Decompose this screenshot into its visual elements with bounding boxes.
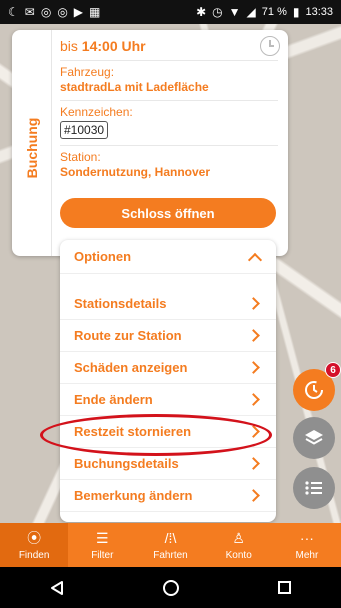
- options-list: Stationsdetails Route zur Station Schäde…: [60, 288, 276, 512]
- option-change-end[interactable]: Ende ändern: [60, 384, 276, 416]
- option-station-details[interactable]: Stationsdetails: [60, 288, 276, 320]
- nav-fahrten[interactable]: /⁞\ Fahrten: [136, 523, 204, 567]
- timer-icon: [305, 381, 323, 399]
- option-damages[interactable]: Schäden anzeigen: [60, 352, 276, 384]
- notification-icon: ◎: [57, 5, 68, 19]
- nav-label: Filter: [91, 549, 114, 561]
- option-label: Bemerkung ändern: [74, 488, 193, 503]
- option-label: Stationsdetails: [74, 296, 167, 311]
- plate-value: #10030: [60, 121, 109, 139]
- notification-icon: ◎: [40, 5, 52, 19]
- calendar-icon: ▦: [89, 5, 101, 19]
- person-icon: ♙: [232, 529, 245, 546]
- highlight-ellipse: [40, 414, 272, 456]
- list-icon: [305, 481, 322, 495]
- layers-button[interactable]: [293, 417, 335, 459]
- bottom-navigation: ⦿ Finden ☰ Filter /⁞\ Fahrten ♙ Konto ··…: [0, 523, 341, 567]
- layers-icon: [305, 430, 323, 445]
- nav-finden[interactable]: ⦿ Finden: [0, 523, 69, 567]
- chevron-right-icon: [247, 329, 260, 342]
- notification-badge: 6: [325, 362, 341, 378]
- option-edit-note[interactable]: Bemerkung ändern: [60, 480, 276, 512]
- booking-until-time: 14:00 Uhr: [81, 38, 146, 54]
- recents-icon[interactable]: [278, 581, 292, 594]
- options-header[interactable]: Optionen: [60, 240, 276, 274]
- nav-label: Finden: [18, 549, 50, 561]
- divider: [60, 100, 278, 101]
- status-notifications: ☾ ✉ ◎ ◎ ▶ ▦: [8, 6, 100, 18]
- options-title: Optionen: [74, 249, 132, 264]
- home-icon[interactable]: [162, 579, 179, 596]
- chevron-right-icon: [247, 457, 260, 470]
- nav-label: Mehr: [295, 549, 319, 561]
- vehicle-label: Fahrzeug:: [60, 65, 115, 79]
- more-icon: ···: [299, 529, 314, 546]
- signal-icon: ◢: [246, 5, 256, 19]
- status-system: ✱ ◷ ▼ ◢ 71 % ▮ 13:33: [196, 6, 333, 18]
- list-button[interactable]: [293, 467, 335, 509]
- option-route[interactable]: Route zur Station: [60, 320, 276, 352]
- filter-icon: ☰: [96, 529, 109, 546]
- chevron-up-icon: [247, 252, 263, 267]
- status-bar: ☾ ✉ ◎ ◎ ▶ ▦ ✱ ◷ ▼ ◢ 71 % ▮ 13:33: [0, 0, 341, 24]
- options-panel: Optionen Stationsdetails Route zur Stati…: [60, 240, 276, 522]
- station-label: Station:: [60, 150, 101, 164]
- chevron-right-icon: [247, 361, 260, 374]
- divider: [60, 145, 278, 146]
- alarm-icon: ◷: [212, 5, 223, 19]
- unlock-button[interactable]: Schloss öffnen: [60, 198, 276, 228]
- booking-until-prefix: bis: [60, 38, 78, 54]
- nav-konto[interactable]: ♙ Konto: [205, 523, 273, 567]
- option-label: Route zur Station: [74, 328, 182, 343]
- pin-icon: ⦿: [27, 529, 42, 546]
- wifi-icon: ▼: [228, 5, 241, 19]
- clock-icon[interactable]: [260, 36, 280, 56]
- battery-percent: 71 %: [261, 6, 287, 18]
- bluetooth-icon: ✱: [196, 5, 207, 19]
- app-icon: ☾: [8, 5, 19, 19]
- option-label: Buchungsdetails: [74, 456, 179, 471]
- plate-label: Kennzeichen:: [60, 105, 133, 119]
- booking-tab[interactable]: Buchung: [12, 30, 52, 256]
- chevron-right-icon: [247, 489, 260, 502]
- battery-icon: ▮: [292, 5, 300, 19]
- option-label: Schäden anzeigen: [74, 360, 188, 375]
- chevron-right-icon: [247, 297, 260, 310]
- booking-tab-label: Buchung: [24, 117, 40, 179]
- nav-filter[interactable]: ☰ Filter: [68, 523, 136, 567]
- divider: [60, 60, 278, 61]
- booking-details: bis 14:00 Uhr Fahrzeug: stadtradLa mit L…: [60, 36, 280, 179]
- nav-label: Konto: [225, 549, 252, 561]
- vehicle-value: stadtradLa mit Ladefläche: [60, 80, 209, 94]
- nav-label: Fahrten: [153, 549, 188, 561]
- mail-icon: ✉: [24, 5, 35, 19]
- chevron-right-icon: [247, 393, 260, 406]
- system-navigation-bar: [0, 567, 341, 608]
- station-value: Sondernutzung, Hannover: [60, 165, 210, 179]
- youtube-icon: ▶: [73, 5, 84, 19]
- road-icon: /⁞\: [164, 529, 177, 546]
- clock-time: 13:33: [305, 6, 333, 18]
- option-label: Ende ändern: [74, 392, 153, 407]
- nav-mehr[interactable]: ··· Mehr: [273, 523, 341, 567]
- booking-until: bis 14:00 Uhr: [60, 38, 278, 54]
- back-icon[interactable]: [50, 580, 64, 596]
